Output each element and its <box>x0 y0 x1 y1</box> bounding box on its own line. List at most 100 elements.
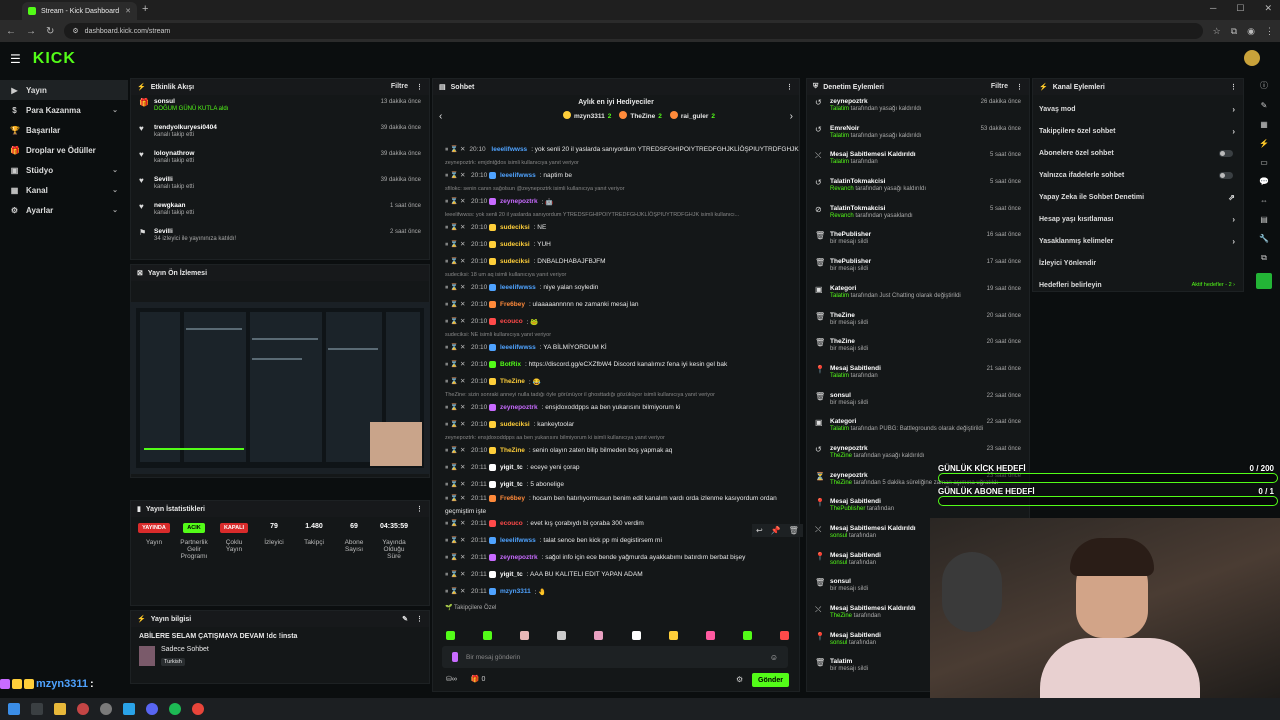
toggle-switch[interactable] <box>1219 149 1233 157</box>
chat-settings-icon[interactable]: ⚙ <box>736 675 743 684</box>
windows-start-icon[interactable] <box>8 703 20 715</box>
mod-controls-icon[interactable]: ⏸ ⌛ ✕ <box>445 446 467 455</box>
app-icon[interactable] <box>77 703 89 715</box>
activity-filter-button[interactable]: Filtre <box>391 83 408 91</box>
chat-message[interactable]: ⏸ ⌛ ✕ 20:10 leeelifwwss: naptim be <box>433 167 799 184</box>
sidebar-item[interactable]: 🎁 Droplar ve Ödüller <box>0 140 128 160</box>
channel-action[interactable]: Yapay Zeka ile Sohbet Denetimi ⇗ <box>1033 186 1243 208</box>
stats-menu-icon[interactable]: ⋮ <box>416 505 423 513</box>
kick-logo[interactable]: KICK <box>33 50 76 68</box>
mod-controls-icon[interactable]: ⏸ ⌛ ✕ <box>445 570 467 579</box>
prev-arrow-icon[interactable]: ‹ <box>439 111 442 122</box>
message-username[interactable]: ecouco <box>500 318 523 325</box>
channel-action[interactable]: Yalnızca ifadelerle sohbet <box>1033 164 1243 186</box>
chevron-right-icon[interactable]: › <box>1232 237 1235 246</box>
send-button[interactable]: Gönder <box>752 673 789 687</box>
site-info-icon[interactable]: ⚙ <box>72 27 78 35</box>
emote-icon[interactable] <box>594 630 604 640</box>
chat-message[interactable]: ⏸ ⌛ ✕ 20:11 zeynepoztrk: sağol info için e… <box>433 549 799 566</box>
channel-action[interactable]: Takipçilere özel sohbet › <box>1033 120 1243 142</box>
emote-icon[interactable] <box>631 630 641 640</box>
chevron-down-icon[interactable]: ⌄ <box>112 106 118 114</box>
next-arrow-icon[interactable]: › <box>790 111 793 122</box>
chat-message[interactable]: ⏸ ⌛ ✕ 20:10 TheZine: senin olayın zaten bi… <box>433 442 799 459</box>
pin-icon[interactable]: 📌 <box>771 526 781 535</box>
sidebar-item[interactable]: 🏆 Başarılar <box>0 120 128 140</box>
sidebar-item[interactable]: $ Para Kazanma ⌄ <box>0 100 128 120</box>
maximize-icon[interactable]: ☐ <box>1236 3 1244 14</box>
channel-menu-icon[interactable]: ⋮ <box>1230 83 1237 91</box>
channel-action[interactable]: Yasaklanmış kelimeler › <box>1033 230 1243 252</box>
chat-message[interactable]: ⏸ ⌛ ✕ 20:11 ecouco: evet kış çorabıydı bi … <box>433 515 799 532</box>
bookmark-star-icon[interactable]: ☆ <box>1213 26 1221 37</box>
message-username[interactable]: Fre6bey <box>500 495 525 502</box>
channel-action[interactable]: Hedefleri belirleyin Aktif hedefler - 2 › <box>1033 274 1243 296</box>
chevron-down-icon[interactable]: ⌄ <box>112 186 118 194</box>
message-username[interactable]: BotRix <box>500 361 521 368</box>
profile-icon[interactable]: ◉ <box>1247 26 1255 37</box>
hamburger-menu-icon[interactable]: ☰ <box>10 52 21 66</box>
message-username[interactable]: TheZine <box>500 447 525 454</box>
message-username[interactable]: yigit_tc <box>500 481 523 488</box>
mod-controls-icon[interactable]: ⏸ ⌛ ✕ <box>445 494 467 503</box>
message-username[interactable]: leeelifwwss <box>491 146 527 153</box>
chat-message[interactable]: ⏸ ⌛ ✕ 20:10 sudeciksi: kankeytoolar <box>433 416 799 433</box>
goals-indicator[interactable]: Aktif hedefler - 2 › <box>1192 282 1235 288</box>
mod-controls-icon[interactable]: ⏸ ⌛ ✕ <box>445 519 467 528</box>
mod-controls-icon[interactable]: ⏸ ⌛ ✕ <box>445 463 467 472</box>
sidebar-item[interactable]: ▣ Stüdyo ⌄ <box>0 160 128 180</box>
chevron-down-icon[interactable]: ⌄ <box>112 166 118 174</box>
message-username[interactable]: sudeciksi <box>500 224 530 231</box>
puzzle-icon[interactable]: ⧉ <box>1261 253 1267 263</box>
message-username[interactable]: zeynepoztrk <box>500 404 538 411</box>
mod-controls-icon[interactable]: ⏸ ⌛ ✕ <box>445 240 467 249</box>
mod-controls-icon[interactable]: ⏸ ⌛ ✕ <box>445 257 467 266</box>
emote-icon[interactable] <box>668 630 678 640</box>
chat-message[interactable]: ⏸ ⌛ ✕ 20:11 yigit_tc: eceye yeni çorap <box>433 459 799 476</box>
sidebar-item[interactable]: ▶ Yayın <box>0 80 128 100</box>
emote-icon[interactable] <box>446 630 455 640</box>
chat-message[interactable]: ⏸ ⌛ ✕ 20:10 TheZine: 😂 <box>433 373 799 390</box>
mod-controls-icon[interactable]: ⏸ ⌛ ✕ <box>445 197 467 206</box>
chevron-right-icon[interactable]: › <box>1232 105 1235 114</box>
message-username[interactable]: mzyn3311 <box>500 588 531 595</box>
delete-icon[interactable]: 🗑 <box>789 526 799 535</box>
mod-controls-icon[interactable]: ⏸ ⌛ ✕ <box>445 553 467 562</box>
close-window-icon[interactable]: ✕ <box>1264 3 1272 14</box>
bolt-icon[interactable]: ⚡ <box>1259 139 1269 148</box>
message-username[interactable]: leeelifwwss <box>500 344 536 351</box>
forward-icon[interactable]: → <box>26 26 36 37</box>
chat-message[interactable]: ⏸ ⌛ ✕ 20:11 yigit_tc: 5 abonelige <box>433 476 799 493</box>
chat-message[interactable]: ⏸ ⌛ ✕ 20:10 BotRix: https://discord.gg/eCX… <box>433 356 799 373</box>
mod-controls-icon[interactable]: ⏸ ⌛ ✕ <box>445 145 465 154</box>
message-username[interactable]: sudeciksi <box>500 258 530 265</box>
chat-message[interactable]: ⏸ ⌛ ✕ 20:11 yigit_tc: AAA BU KALITELI EDIT… <box>433 566 799 583</box>
mod-controls-icon[interactable]: ⏸ ⌛ ✕ <box>445 343 467 352</box>
chat-message[interactable]: ⏸ ⌛ ✕ 20:10 leeelifwwss: yok senli 20 il y… <box>433 141 799 158</box>
info-menu-icon[interactable]: ⋮ <box>416 615 423 623</box>
chat-message[interactable]: ⏸ ⌛ ✕ 20:11 leeelifwwss: talat sence ben k… <box>433 532 799 549</box>
chrome-icon[interactable] <box>192 703 204 715</box>
emoji-icon[interactable]: ☺ <box>770 653 778 662</box>
mod-controls-icon[interactable]: ⏸ ⌛ ✕ <box>445 377 467 386</box>
panel-icon[interactable]: ▭ <box>1260 158 1268 167</box>
mod-controls-icon[interactable]: ⏸ ⌛ ✕ <box>445 317 467 326</box>
chat-menu-icon[interactable]: ⋮ <box>786 83 793 91</box>
layout-icon[interactable]: ▤ <box>1260 215 1268 224</box>
top-gifter[interactable]: mzyn3311 2 <box>563 111 611 121</box>
mod-controls-icon[interactable]: ⏸ ⌛ ✕ <box>445 536 467 545</box>
chat-message[interactable]: ⏸ ⌛ ✕ 20:10 ecouco: 🐸 <box>433 313 799 330</box>
mod-controls-icon[interactable]: ⏸ ⌛ ✕ <box>445 223 467 232</box>
mod-controls-icon[interactable]: ⏸ ⌛ ✕ <box>445 480 467 489</box>
chat-message[interactable]: ⏸ ⌛ ✕ 20:10 sudeciksi: NE <box>433 219 799 236</box>
moderation-filter-button[interactable]: Filtre <box>991 83 1008 91</box>
sidebar-item[interactable]: ⚙ Ayarlar ⌄ <box>0 200 128 220</box>
moderation-menu-icon[interactable]: ⋮ <box>1016 83 1023 91</box>
info-icon[interactable]: ⓘ <box>1260 80 1268 91</box>
top-gifter[interactable]: TheZine 2 <box>619 111 662 121</box>
wrench-icon[interactable]: 🔧 <box>1259 234 1269 243</box>
chat-message[interactable]: ⏸ ⌛ ✕ 20:10 zeynepoztrk: 🤖 <box>433 193 799 210</box>
new-tab-icon[interactable]: + <box>142 3 148 15</box>
emote-icon[interactable] <box>483 630 493 640</box>
chat-counter[interactable]: 🎁 0 <box>471 675 486 683</box>
